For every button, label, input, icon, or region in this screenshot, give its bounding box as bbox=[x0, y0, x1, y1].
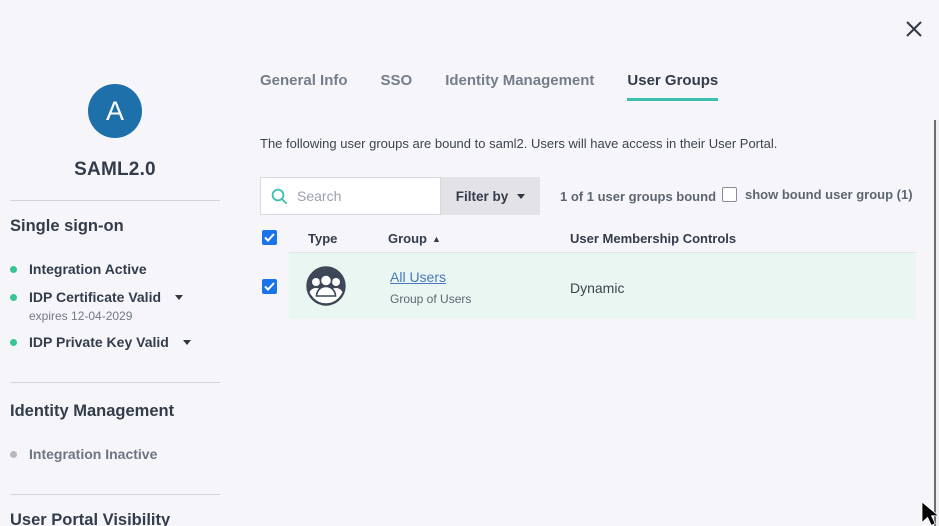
sidebar-divider bbox=[10, 382, 220, 383]
column-header-user-membership-controls: User Membership Controls bbox=[570, 231, 736, 246]
search-icon bbox=[271, 188, 288, 205]
section-heading-user-portal-visibility: User Portal Visibility bbox=[10, 511, 170, 526]
page-title: SAML2.0 bbox=[0, 159, 230, 181]
group-type-subtext: Group of Users bbox=[390, 292, 471, 306]
certificate-expiry-note: expires 12-04-2029 bbox=[29, 309, 132, 323]
membership-controls-value: Dynamic bbox=[570, 280, 624, 296]
tab-general-info[interactable]: General Info bbox=[260, 72, 348, 101]
tab-bar: General Info SSO Identity Management Use… bbox=[260, 72, 718, 101]
status-item-idp-certificate: IDP Certificate Valid bbox=[10, 289, 183, 305]
section-heading-sso: Single sign-on bbox=[10, 217, 124, 236]
status-item-integration-active: Integration Active bbox=[10, 261, 147, 277]
avatar: A bbox=[88, 84, 142, 138]
sort-ascending-icon: ▲ bbox=[432, 234, 441, 244]
status-label: IDP Private Key Valid bbox=[29, 334, 169, 350]
status-dot-icon bbox=[10, 266, 17, 273]
close-button[interactable] bbox=[899, 14, 929, 44]
show-bound-toggle[interactable]: show bound user group (1) bbox=[722, 187, 913, 202]
filter-by-button[interactable]: Filter by bbox=[441, 177, 540, 215]
status-dot-icon bbox=[10, 294, 17, 301]
status-label: Integration Inactive bbox=[29, 446, 157, 462]
mouse-cursor-icon bbox=[921, 501, 939, 526]
select-all-checkbox[interactable] bbox=[262, 230, 277, 245]
chevron-down-icon[interactable] bbox=[175, 295, 183, 300]
status-item-idp-private-key: IDP Private Key Valid bbox=[10, 334, 191, 350]
scrollbar-thumb[interactable] bbox=[934, 120, 936, 526]
filter-by-label: Filter by bbox=[456, 189, 509, 204]
section-heading-identity-management: Identity Management bbox=[10, 402, 174, 421]
show-bound-label: show bound user group (1) bbox=[745, 187, 913, 202]
tab-user-groups[interactable]: User Groups bbox=[627, 72, 718, 101]
tab-identity-management[interactable]: Identity Management bbox=[445, 72, 594, 101]
group-of-users-icon bbox=[306, 266, 346, 306]
status-dot-icon bbox=[10, 339, 17, 346]
column-header-group[interactable]: Group ▲ bbox=[388, 231, 441, 246]
group-name-link[interactable]: All Users bbox=[390, 269, 446, 285]
sidebar-divider bbox=[10, 200, 220, 201]
status-item-integration-inactive: Integration Inactive bbox=[10, 446, 157, 462]
avatar-letter: A bbox=[106, 96, 124, 127]
search-input[interactable] bbox=[297, 188, 430, 204]
tab-description: The following user groups are bound to s… bbox=[260, 136, 777, 151]
status-dot-icon bbox=[10, 451, 17, 458]
sidebar-divider bbox=[10, 494, 220, 495]
tab-sso[interactable]: SSO bbox=[381, 72, 413, 101]
close-icon bbox=[904, 19, 924, 39]
column-header-group-label: Group bbox=[388, 231, 427, 246]
show-bound-checkbox[interactable] bbox=[722, 187, 737, 202]
search-box bbox=[260, 177, 441, 215]
status-label: IDP Certificate Valid bbox=[29, 289, 161, 305]
status-label: Integration Active bbox=[29, 261, 147, 277]
chevron-down-icon bbox=[517, 194, 525, 199]
bound-count-text: 1 of 1 user groups bound bbox=[560, 189, 716, 204]
chevron-down-icon[interactable] bbox=[183, 340, 191, 345]
integration-detail-modal: A SAML2.0 Single sign-on Integration Act… bbox=[0, 0, 939, 526]
row-checkbox[interactable] bbox=[262, 279, 277, 294]
column-header-type: Type bbox=[308, 231, 337, 246]
